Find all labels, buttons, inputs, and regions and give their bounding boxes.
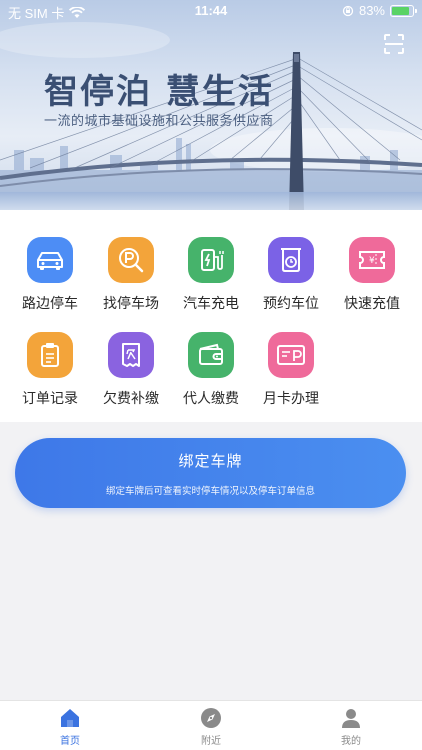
recharge-ticket-icon: ¥ [349, 237, 395, 283]
hero-banner: 无 SIM 卡 11:44 83% 智停泊 慧生活 一流的城市基础设施和公共服务… [0, 0, 422, 210]
arrears-receipt-icon [108, 332, 154, 378]
battery-percent: 83% [358, 3, 385, 18]
service-label: 代人缴费 [183, 391, 239, 407]
service-label: 路边停车 [22, 296, 78, 312]
service-label: 订单记录 [22, 391, 78, 407]
clipboard-icon [27, 332, 73, 378]
service-label: 找停车场 [103, 296, 159, 312]
services-grid: 路边停车 找停车场 汽车充电 预约车位 ¥ 快速充值 订单记录 欠费补缴 代人缴… [0, 210, 422, 422]
service-order-records[interactable]: 订单记录 [10, 332, 90, 408]
tab-nearby[interactable]: 附近 [176, 707, 246, 747]
profile-icon [316, 707, 386, 729]
service-label: 快速充值 [344, 296, 400, 312]
service-label: 预约车位 [263, 296, 319, 312]
service-ev-charging[interactable]: 汽车充电 [171, 237, 251, 313]
service-reserve-spot[interactable]: 预约车位 [251, 237, 331, 313]
tab-mine-label: 我的 [341, 736, 361, 747]
service-label: 汽车充电 [183, 296, 239, 312]
service-pay-for-others[interactable]: 代人缴费 [171, 332, 251, 408]
status-right: 83% [342, 3, 417, 18]
orientation-lock-icon [342, 5, 354, 16]
svg-text:¥: ¥ [369, 256, 375, 266]
tab-nearby-label: 附近 [201, 736, 221, 747]
hero-subtitle: 一流的城市基础设施和公共服务供应商 [44, 114, 274, 129]
tab-home-label: 首页 [60, 736, 80, 747]
service-roadside-parking[interactable]: 路边停车 [10, 237, 90, 313]
parking-search-icon [108, 237, 154, 283]
bind-plate-button[interactable]: 绑定车牌 绑定车牌后可查看实时停车情况以及停车订单信息 [15, 438, 406, 508]
monthly-card-icon [268, 332, 314, 378]
battery-level [392, 6, 409, 15]
service-label: 欠费补缴 [103, 391, 159, 407]
status-bar: 无 SIM 卡 11:44 83% [0, 0, 422, 22]
bind-plate-title: 绑定车牌 [178, 452, 243, 470]
bind-plate-subtitle: 绑定车牌后可查看实时停车情况以及停车订单信息 [105, 486, 315, 497]
battery-icon [390, 4, 417, 17]
service-find-parking[interactable]: 找停车场 [91, 237, 171, 313]
service-quick-recharge[interactable]: ¥ 快速充值 [332, 237, 412, 313]
service-arrears-payment[interactable]: 欠费补缴 [91, 332, 171, 408]
tab-home[interactable]: 首页 [35, 707, 105, 747]
hero-title: 智停泊 慧生活 [44, 72, 274, 112]
compass-icon [176, 707, 246, 729]
wallet-icon [188, 332, 234, 378]
reserve-clock-icon [268, 237, 314, 283]
scan-icon [384, 34, 404, 54]
service-label: 月卡办理 [263, 391, 319, 407]
home-icon [35, 707, 105, 729]
car-icon [27, 237, 73, 283]
tab-mine[interactable]: 我的 [316, 707, 386, 747]
ev-charger-icon [188, 237, 234, 283]
service-monthly-card[interactable]: 月卡办理 [251, 332, 331, 408]
bottom-tab-bar: 首页 附近 我的 [0, 700, 422, 750]
scan-button[interactable] [382, 32, 406, 56]
